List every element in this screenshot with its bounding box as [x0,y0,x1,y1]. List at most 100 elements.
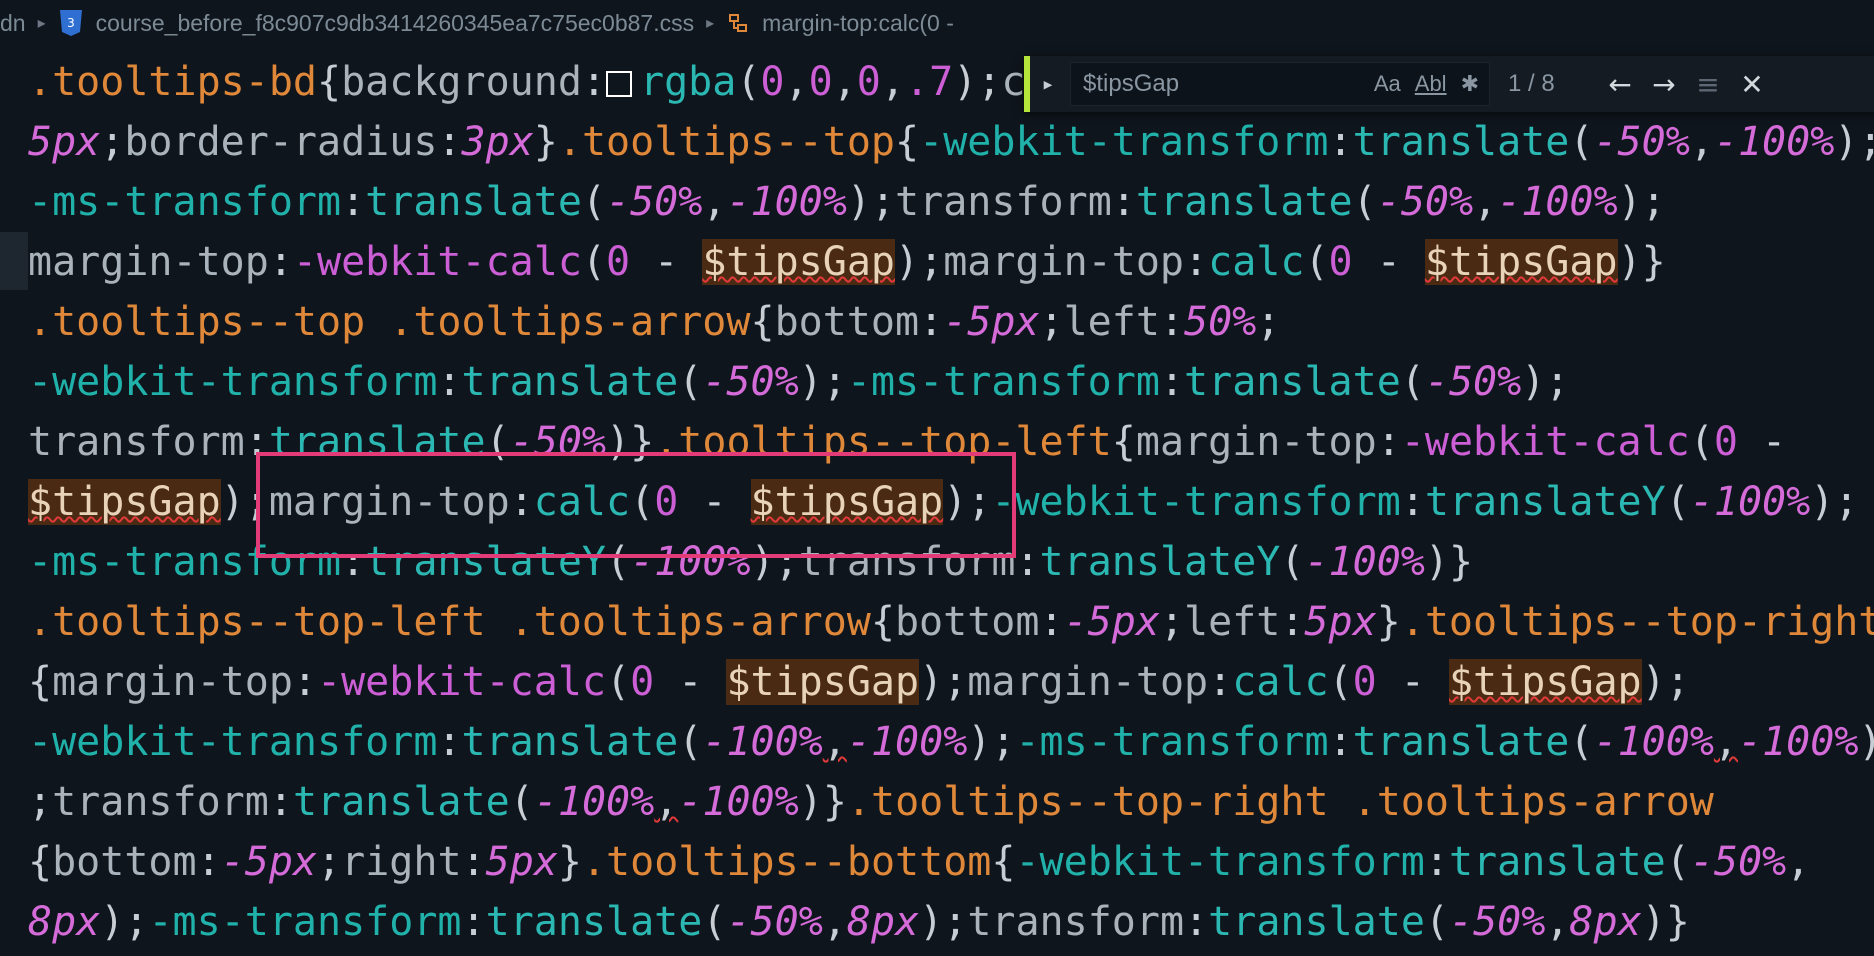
token: : [461,899,486,945]
match-whole-word-toggle[interactable]: Abl [1415,71,1447,97]
close-icon[interactable]: ✕ [1730,68,1774,101]
token: -100% [1497,179,1618,225]
token: 5px [485,839,558,885]
color-swatch[interactable] [606,71,632,97]
find-in-selection-icon[interactable]: ≡ [1686,68,1730,101]
token: translate [1352,119,1570,165]
token: ; [1159,599,1184,645]
token: ) [1641,899,1666,945]
find-input[interactable] [1081,69,1355,99]
css-file-icon: 3 [58,9,84,37]
token: -webkit-calc [317,659,606,705]
token: translate [1184,359,1401,405]
token: .tooltips--top .tooltips-arrow [28,299,751,345]
token: 3px [461,119,534,165]
token: ( [678,719,703,765]
token: ) [846,179,871,225]
breadcrumb-root[interactable]: dn [0,10,26,37]
token: { [750,299,775,345]
token: { [870,599,895,645]
token: .tooltips-bd [28,59,317,105]
token: ( [606,659,631,705]
token: -100% [1689,479,1811,525]
token: , [1473,179,1498,225]
token: 0 [1328,239,1353,285]
token: margin-top [28,239,269,285]
token: ; [1545,359,1570,405]
token: ; [1834,479,1859,525]
current-line-indicator [0,232,28,290]
annotation-highlight-box [256,452,1016,558]
token: .tooltips--top [557,119,896,165]
token: { [991,839,1016,885]
regex-toggle-icon[interactable]: ✱ [1461,71,1479,97]
code-line-1: .tooltips-bd{background: rgba(0,0,0,.7);c [28,52,1025,112]
token: translate [1448,839,1666,885]
token: ( [1280,539,1305,585]
token: -100% [846,719,968,765]
token: ; [1858,119,1874,165]
token: ( [1569,119,1594,165]
token: bottom [774,299,920,345]
token: ( [1304,239,1329,285]
token: 0 [1713,419,1738,465]
token: : [919,299,944,345]
code-line-3: -ms-transform:translate(-50%,-100%);tran… [28,172,1666,232]
token: margin-top [52,659,293,705]
token: : [1111,179,1136,225]
token: -5px [220,839,318,885]
code-line-5: .tooltips--top .tooltips-arrow{bottom:-5… [28,292,1280,352]
chevron-right-icon: ▸ [706,15,715,32]
token: { [28,659,53,705]
token: translate [1135,179,1353,225]
token: ) [1617,239,1642,285]
token: -50% [702,359,799,405]
token: 8px [28,899,101,945]
token: - [1737,419,1787,465]
breadcrumb-symbol[interactable]: margin-top:calc(0 - [762,10,954,37]
token: : [292,659,318,705]
breadcrumb-file[interactable]: course_before_f8c907c9db3414260345ea7c75… [96,10,694,37]
token: margin-top [943,239,1185,285]
token: : [1280,599,1305,645]
token: -50% [1424,359,1522,405]
token: ( [1665,479,1690,525]
token: , [1786,839,1811,885]
token: background [341,59,582,105]
token: : [268,239,293,285]
search-match: $tipsGap [28,479,221,525]
token: transform [967,899,1185,945]
token: translateY [1424,479,1666,525]
token: 0 [760,59,785,105]
token: -100% [1593,719,1714,765]
previous-match-arrow-icon[interactable]: ← [1598,68,1642,101]
chevron-right-icon: ▸ [37,15,46,32]
token: calc [1232,659,1329,705]
match-case-toggle[interactable]: Aa [1374,71,1401,97]
token: ; [124,899,149,945]
token: ) [798,779,823,825]
toggle-replace-chevron-icon[interactable]: ▸ [1030,72,1066,97]
token: : [437,719,462,765]
token: ) [1834,119,1859,165]
find-input-container[interactable]: Aa Abl ✱ [1070,62,1490,106]
svg-text:3: 3 [67,16,75,30]
token: .tooltips--top-right [1400,599,1874,645]
token: right [341,839,462,885]
token: ) [919,659,944,705]
token: 0 [856,59,881,105]
next-match-arrow-icon[interactable]: → [1642,68,1686,101]
find-widget: ▸ Aa Abl ✱ 1 / 8 ← → ≡ ✕ [1024,56,1874,112]
token: ( [1689,419,1714,465]
token: left [1063,299,1160,345]
token: : [1184,899,1209,945]
token: : [437,359,462,405]
token: , [880,59,905,105]
token: - [630,239,703,285]
token: ) [1810,479,1835,525]
symbol-property-icon [726,11,750,35]
token: -50% [726,899,823,945]
code-line-15: 8px);-ms-transform:translate(-50%,8px);t… [28,892,1690,952]
token: transform [895,179,1112,225]
token: -webkit-transform [28,719,438,765]
